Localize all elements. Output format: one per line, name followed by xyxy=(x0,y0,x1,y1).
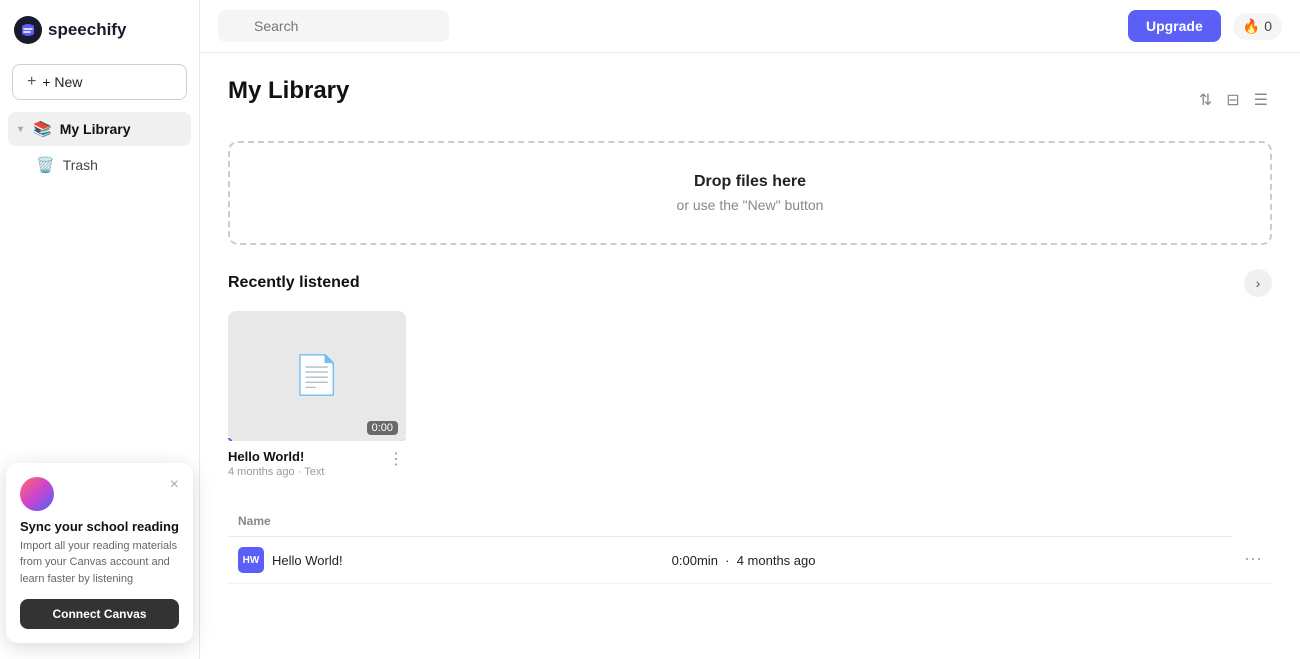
popup-title: Sync your school reading xyxy=(20,519,179,534)
recently-listened-header: Recently listened › xyxy=(228,269,1272,297)
main-content: 🔍 Upgrade 🔥 0 My Library ⇅ ⊟ ☰ Drop file… xyxy=(200,0,1300,659)
grid-icon[interactable]: ☰ xyxy=(1250,86,1272,114)
card-title: Hello World! xyxy=(228,449,324,464)
files-table: Name HW Hello World! 0:00min · 4 xyxy=(228,506,1272,584)
drop-subtitle: or use the "New" button xyxy=(260,197,1240,213)
file-age: 4 months ago xyxy=(737,553,816,568)
file-name-container: HW Hello World! xyxy=(238,547,652,573)
new-button-label: + New xyxy=(42,74,82,90)
card-info: Hello World! 4 months ago · Text xyxy=(228,449,324,478)
popup-close-button[interactable]: × xyxy=(170,477,179,493)
drop-zone[interactable]: Drop files here or use the "New" button xyxy=(228,141,1272,245)
sidebar-item-label: Trash xyxy=(63,157,98,173)
drop-title: Drop files here xyxy=(260,173,1240,191)
filter-icon[interactable]: ⊟ xyxy=(1222,86,1243,114)
sidebar-item-label: My Library xyxy=(60,121,131,137)
chevron-down-icon: ▾ xyxy=(18,124,23,135)
sort-icon[interactable]: ⇅ xyxy=(1195,86,1216,114)
column-name: Name xyxy=(228,506,662,537)
popup-header: × xyxy=(20,477,179,511)
card-menu-button[interactable]: ⋮ xyxy=(386,449,406,469)
fire-count: 0 xyxy=(1264,18,1272,34)
card-thumbnail: 📄 0:00 xyxy=(228,311,406,441)
file-name: Hello World! xyxy=(272,553,343,568)
table-body: HW Hello World! 0:00min · 4 months ago ⋯ xyxy=(228,537,1272,584)
column-spacer xyxy=(662,506,1232,537)
sidebar-nav: ▾ 📚 My Library 🗑️ Trash xyxy=(0,112,199,182)
next-arrow-button[interactable]: › xyxy=(1244,269,1272,297)
recently-listened-title: Recently listened xyxy=(228,274,360,292)
file-type-icon: HW xyxy=(238,547,264,573)
upgrade-button[interactable]: Upgrade xyxy=(1128,10,1221,42)
search-wrapper: 🔍 xyxy=(218,10,1116,42)
fire-icon: 🔥 xyxy=(1243,18,1260,35)
document-icon: 📄 xyxy=(293,354,340,398)
sidebar-item-my-library[interactable]: ▾ 📚 My Library xyxy=(8,112,191,146)
card-footer: Hello World! 4 months ago · Text ⋮ xyxy=(228,449,406,478)
header-actions: My Library ⇅ ⊟ ☰ xyxy=(228,77,1272,123)
canvas-popup: × Sync your school reading Import all yo… xyxy=(6,463,193,644)
canvas-orb-icon xyxy=(20,477,54,511)
page-title: My Library xyxy=(228,77,349,105)
library-icon: 📚 xyxy=(33,120,52,138)
file-name-cell: HW Hello World! xyxy=(228,537,662,584)
row-actions-cell: ⋯ xyxy=(1232,537,1272,584)
logo-container: speechify xyxy=(0,0,199,60)
plus-icon: + xyxy=(27,73,36,91)
trash-icon: 🗑️ xyxy=(36,156,55,174)
search-input[interactable] xyxy=(218,10,449,42)
file-meta-cell: 0:00min · 4 months ago xyxy=(662,537,1232,584)
content-area: My Library ⇅ ⊟ ☰ Drop files here or use … xyxy=(200,53,1300,659)
topbar: 🔍 Upgrade 🔥 0 xyxy=(200,0,1300,53)
popup-description: Import all your reading materials from y… xyxy=(20,538,179,588)
cards-row: 📄 0:00 Hello World! 4 months ago · Text … xyxy=(228,311,1272,478)
sidebar-item-trash[interactable]: 🗑️ Trash xyxy=(8,148,191,182)
speechify-logo-icon xyxy=(14,16,42,44)
table-row[interactable]: HW Hello World! 0:00min · 4 months ago ⋯ xyxy=(228,537,1272,584)
connect-canvas-button[interactable]: Connect Canvas xyxy=(20,599,179,629)
sidebar: speechify + + New ▾ 📚 My Library 🗑️ Tras… xyxy=(0,0,200,659)
fire-badge: 🔥 0 xyxy=(1233,13,1282,40)
card-duration: 0:00 xyxy=(367,421,398,435)
table-header: Name xyxy=(228,506,1272,537)
new-button[interactable]: + + New xyxy=(12,64,187,100)
file-duration: 0:00min xyxy=(672,553,718,568)
header-icons: ⇅ ⊟ ☰ xyxy=(1195,86,1272,114)
logo-text: speechify xyxy=(48,20,126,40)
card-meta: 4 months ago · Text xyxy=(228,466,324,478)
card-hello-world[interactable]: 📄 0:00 Hello World! 4 months ago · Text … xyxy=(228,311,406,478)
row-menu-button[interactable]: ⋯ xyxy=(1244,549,1262,570)
